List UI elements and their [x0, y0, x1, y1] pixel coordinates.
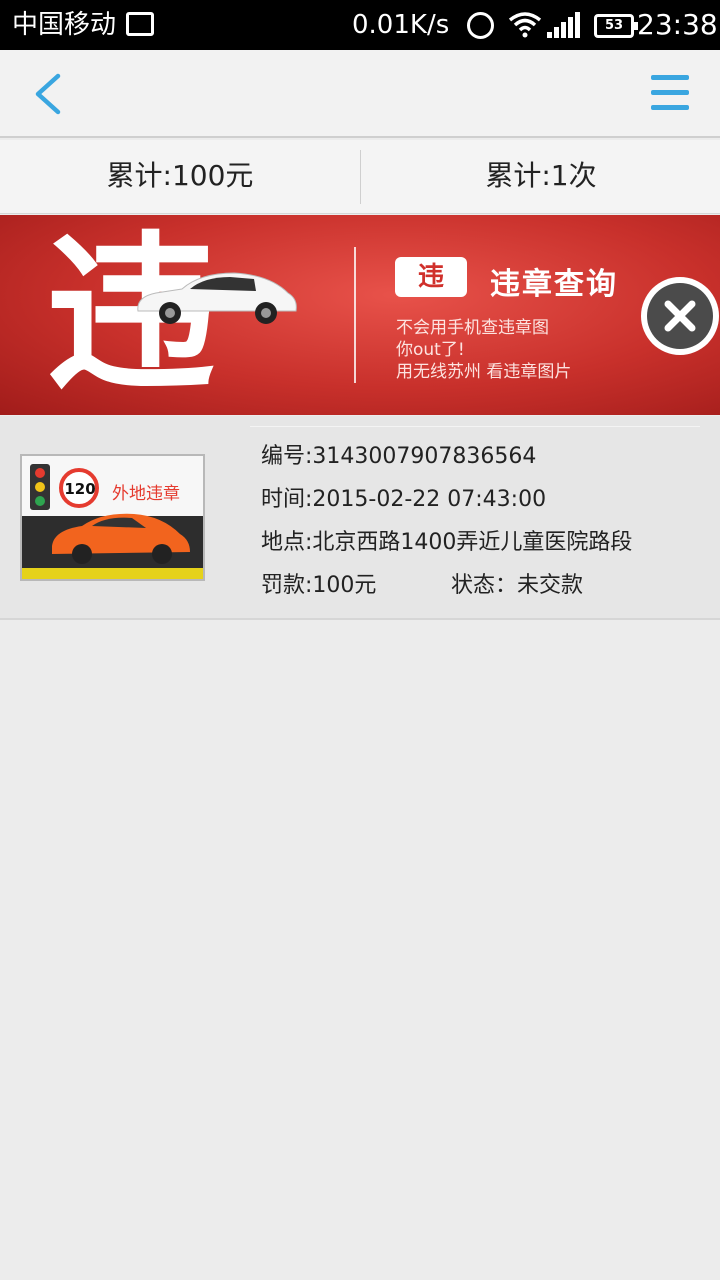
- signal-icon: [547, 12, 580, 38]
- banner-divider: [354, 247, 356, 383]
- violation-record[interactable]: 120 外地违章 编号:3143007907836564 时间:2015-02-…: [0, 416, 720, 620]
- menu-icon-bar: [651, 90, 689, 95]
- menu-button[interactable]: [646, 68, 696, 118]
- total-fine-amount: 累计:100元: [106, 159, 254, 192]
- network-speed: 0.01K/s: [352, 10, 450, 40]
- violation-fine: 罚款:100元: [261, 573, 377, 598]
- violation-location: 地点:北京西路1400弄近儿童医院路段: [261, 530, 633, 555]
- banner-logo: 违: [395, 257, 467, 297]
- banner-text-line-3: 用无线苏州 看违章图片: [396, 362, 572, 382]
- top-nav-bar: [0, 50, 720, 138]
- banner-close-button[interactable]: [641, 277, 719, 355]
- menu-icon-bar: [651, 105, 689, 110]
- total-violation-count: 累计:1次: [485, 159, 597, 192]
- violation-time: 时间:2015-02-22 07:43:00: [261, 487, 547, 512]
- alarm-icon: [467, 12, 494, 39]
- banner-logo-text: 违章查询: [490, 267, 618, 302]
- status-time: 23:38: [637, 8, 718, 41]
- back-button[interactable]: [22, 66, 78, 122]
- image-notification-icon: [126, 12, 154, 36]
- record-separator: [250, 426, 700, 427]
- ad-banner[interactable]: 违 违 违章查询 不会用手机查违章图 你out了! 用无线苏州 看违章图片: [0, 215, 720, 415]
- status-bar: 中国移动 0.01K/s 53 23:38: [0, 0, 720, 50]
- violation-thumbnail: 120 外地违章: [20, 454, 205, 581]
- close-icon: [647, 283, 713, 349]
- white-car-icon: [137, 272, 297, 324]
- violation-number: 编号:3143007907836564: [261, 444, 537, 469]
- chevron-left-icon: [35, 73, 61, 115]
- wifi-icon: [508, 12, 542, 38]
- violation-status: 状态：未交款: [451, 573, 584, 598]
- thumbnail-label: 外地违章: [112, 484, 180, 504]
- menu-icon: [651, 75, 689, 80]
- carrier-name: 中国移动: [12, 10, 117, 40]
- summary-bar: 累计:100元 累计:1次: [0, 140, 720, 214]
- battery-icon: 53: [594, 14, 638, 38]
- speed-limit-sign: 120: [64, 480, 96, 498]
